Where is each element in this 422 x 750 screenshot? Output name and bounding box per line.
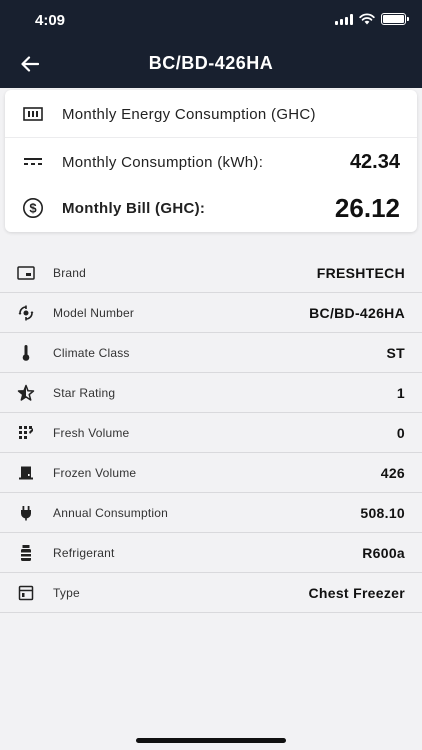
battery-icon	[381, 13, 409, 25]
model-icon	[17, 304, 35, 322]
detail-label: Frozen Volume	[53, 465, 137, 480]
detail-value: FRESHTECH	[316, 264, 405, 281]
app-header: 4:09 BC/BD-426HA	[0, 0, 422, 88]
meter-icon	[22, 103, 44, 125]
list-item: Type Chest Freezer	[0, 573, 422, 613]
detail-label: Fresh Volume	[53, 425, 130, 440]
wifi-icon	[359, 13, 375, 25]
list-item: Refrigerant R600a	[0, 533, 422, 573]
list-item: Climate Class ST	[0, 333, 422, 373]
detail-value: R600a	[362, 544, 405, 561]
card-divider	[5, 137, 417, 138]
list-item: Brand FRESHTECH	[0, 253, 422, 293]
grid-icon	[17, 424, 35, 442]
detail-label: Model Number	[53, 305, 135, 320]
status-icons	[335, 13, 409, 25]
details-list: Brand FRESHTECH Model Number BC/BD-426HA…	[0, 253, 422, 613]
type-icon	[17, 584, 35, 602]
status-time: 4:09	[35, 12, 66, 29]
detail-value: 426	[380, 464, 405, 481]
list-item: Model Number BC/BD-426HA	[0, 293, 422, 333]
monthly-consumption-label: Monthly Consumption (kWh):	[62, 153, 264, 171]
detail-value: Chest Freezer	[308, 584, 405, 601]
dollar-circle-icon: $	[22, 197, 44, 219]
detail-label: Star Rating	[53, 385, 116, 400]
page-title: BC/BD-426HA	[148, 53, 274, 73]
detail-label: Brand	[53, 265, 87, 280]
star-icon	[17, 384, 35, 402]
detail-label: Climate Class	[53, 345, 130, 360]
brand-icon	[17, 264, 35, 282]
list-item: Annual Consumption 508.10	[0, 493, 422, 533]
list-item: Frozen Volume 426	[0, 453, 422, 493]
monthly-bill-row: $ Monthly Bill (GHC): 26.12	[5, 193, 417, 223]
detail-value: 1	[396, 384, 405, 401]
canister-icon	[17, 544, 35, 562]
detail-value: ST	[386, 344, 405, 361]
detail-label: Refrigerant	[53, 545, 115, 560]
energy-heading: Monthly Energy Consumption (GHC)	[62, 105, 316, 123]
energy-heading-row: Monthly Energy Consumption (GHC)	[5, 102, 417, 126]
monthly-consumption-value: 42.34	[349, 150, 400, 173]
monthly-consumption-row: Monthly Consumption (kWh): 42.34	[5, 149, 417, 175]
thermometer-icon	[17, 344, 35, 362]
box-icon	[17, 464, 35, 482]
list-item: Fresh Volume 0	[0, 413, 422, 453]
energy-card: Monthly Energy Consumption (GHC) Monthly…	[5, 90, 417, 232]
monthly-bill-label: Monthly Bill (GHC):	[62, 199, 206, 217]
detail-label: Type	[53, 585, 80, 600]
svg-text:$: $	[29, 201, 37, 216]
detail-value: BC/BD-426HA	[309, 304, 405, 321]
plug-icon	[17, 504, 35, 522]
signal-icon	[335, 13, 353, 25]
monthly-bill-value: 26.12	[334, 192, 400, 223]
dc-current-icon	[22, 151, 44, 173]
list-item: Star Rating 1	[0, 373, 422, 413]
detail-value: 0	[396, 424, 405, 441]
detail-label: Annual Consumption	[53, 505, 169, 520]
home-indicator[interactable]	[136, 738, 286, 743]
detail-value: 508.10	[360, 504, 405, 521]
